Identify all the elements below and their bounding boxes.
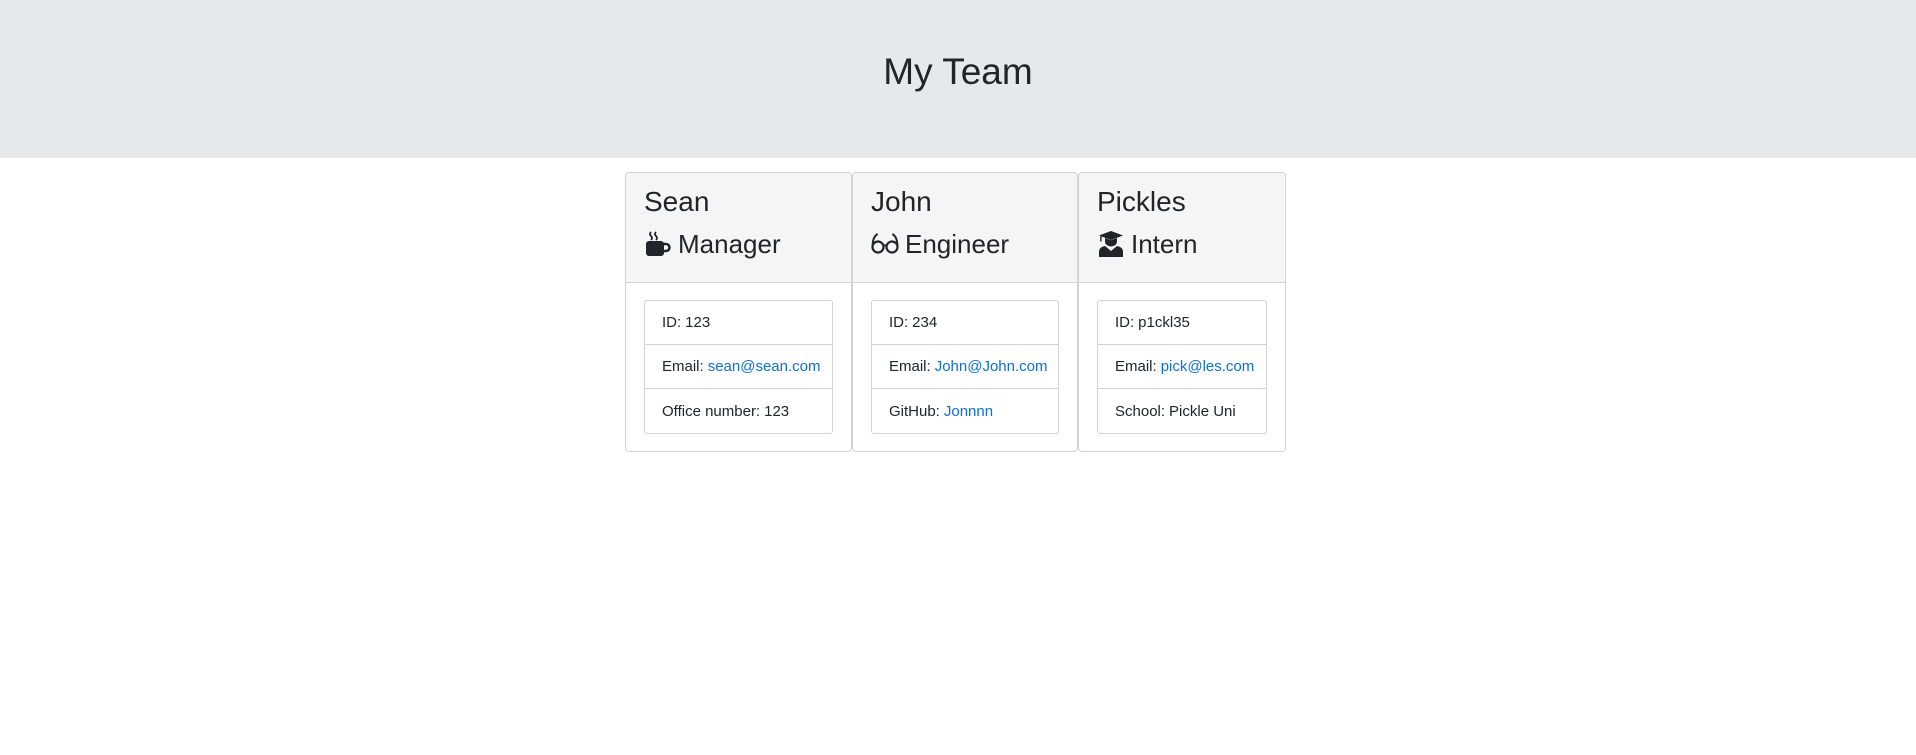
employee-id-row: ID: 234: [872, 301, 1058, 345]
employee-office-value: 123: [764, 402, 790, 420]
employee-office-label: Office number:: [662, 402, 761, 420]
employee-details: ID: p1ckl35 Email: pick@les.com School: …: [1097, 300, 1267, 434]
employee-name: Pickles: [1097, 186, 1186, 217]
card-body: ID: 234 Email: John@John.com GitHub: Jon…: [853, 283, 1077, 451]
employee-id-label: ID:: [889, 314, 909, 331]
employee-role-label: Engineer: [905, 229, 1010, 259]
employee-id-label: ID:: [1115, 314, 1135, 331]
employee-role-label: Intern: [1131, 229, 1198, 259]
employee-email-row: Email: John@John.com: [872, 345, 1058, 389]
employee-id-value: p1ckl35: [1138, 314, 1190, 331]
page-header: My Team: [0, 0, 1916, 158]
employee-details: ID: 234 Email: John@John.com GitHub: Jon…: [871, 300, 1059, 434]
card-header: Sean Manager: [626, 173, 851, 283]
employee-details: ID: 123 Email: sean@sean.com Office numb…: [644, 300, 833, 434]
team-cards: Sean Manager ID: 123 Email: sean@sean.co…: [625, 172, 1286, 452]
employee-email-link[interactable]: pick@les.com: [1161, 358, 1255, 375]
card-body: ID: 123 Email: sean@sean.com Office numb…: [626, 283, 851, 451]
page-title: My Team: [883, 51, 1033, 92]
employee-card-engineer: John Engineer ID: 234 Email: John@John.c…: [852, 172, 1078, 452]
employee-name: John: [871, 186, 932, 217]
employee-name: Sean: [644, 186, 710, 217]
employee-id-row: ID: p1ckl35: [1098, 301, 1266, 345]
employee-card-intern: Pickles Intern ID: p1ckl35 Email: pick@l…: [1078, 172, 1286, 452]
employee-role-label: Manager: [678, 229, 781, 259]
employee-github-link[interactable]: Jonnnn: [944, 403, 993, 420]
coffee-mug-icon: [644, 230, 672, 258]
employee-email-row: Email: sean@sean.com: [645, 345, 832, 389]
employee-school-row: School: Pickle Uni: [1098, 389, 1266, 433]
card-body: ID: p1ckl35 Email: pick@les.com School: …: [1079, 283, 1285, 451]
employee-school-label: School:: [1115, 402, 1166, 420]
employee-id-label: ID:: [662, 314, 682, 331]
graduate-icon: [1097, 230, 1125, 258]
employee-github-label: GitHub:: [889, 402, 940, 420]
employee-id-value: 234: [912, 314, 938, 331]
employee-email-label: Email:: [889, 358, 931, 375]
employee-email-row: Email: pick@les.com: [1098, 345, 1266, 389]
employee-school-value: Pickle Uni: [1169, 402, 1236, 420]
employee-github-row: GitHub: Jonnnn: [872, 389, 1058, 433]
card-header: Pickles Intern: [1079, 173, 1285, 283]
employee-office-row: Office number: 123: [645, 389, 832, 433]
employee-id-row: ID: 123: [645, 301, 832, 345]
glasses-icon: [871, 230, 899, 258]
employee-email-link[interactable]: John@John.com: [935, 358, 1048, 375]
employee-role: Engineer: [871, 227, 1059, 261]
employee-email-label: Email:: [1115, 358, 1157, 375]
employee-role: Manager: [644, 227, 833, 261]
card-header: John Engineer: [853, 173, 1077, 283]
employee-card-manager: Sean Manager ID: 123 Email: sean@sean.co…: [625, 172, 852, 452]
employee-role: Intern: [1097, 227, 1267, 261]
employee-id-value: 123: [685, 314, 711, 331]
employee-email-link[interactable]: sean@sean.com: [708, 358, 821, 375]
employee-email-label: Email:: [662, 358, 704, 375]
